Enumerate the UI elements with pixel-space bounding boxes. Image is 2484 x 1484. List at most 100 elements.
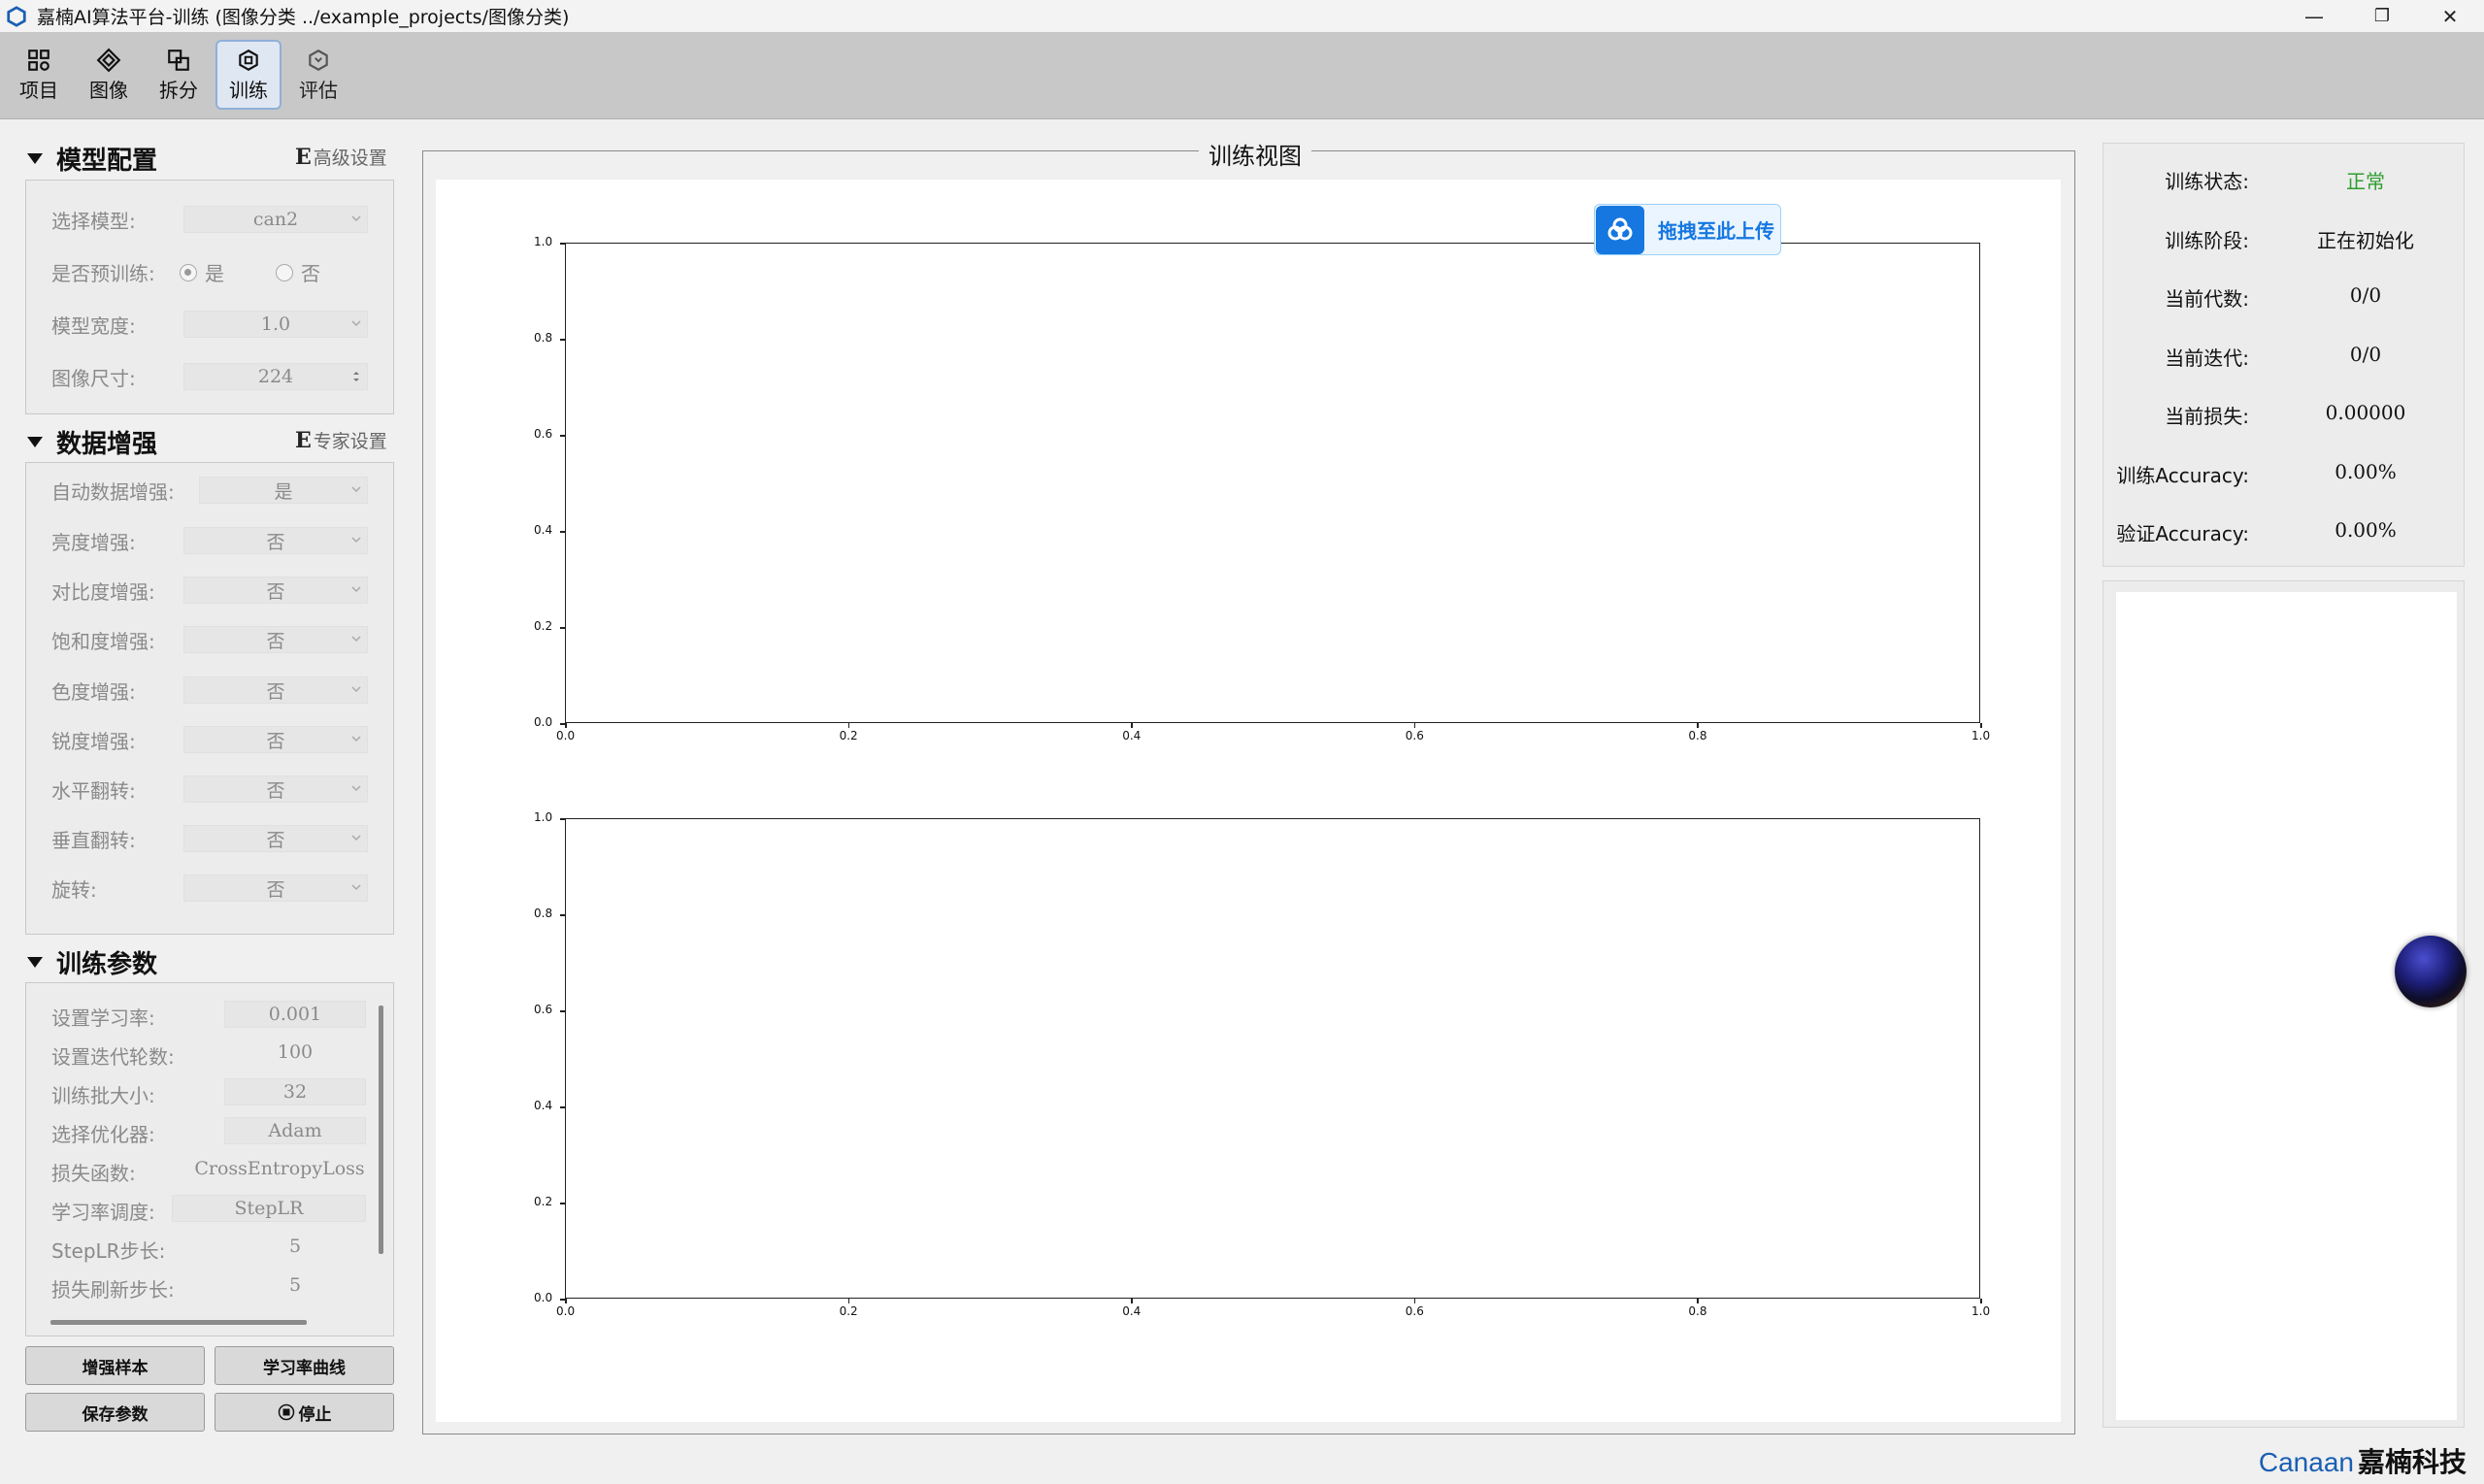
y-tick-label: 0.8 — [534, 331, 553, 345]
augment-option-select[interactable]: 否 — [183, 626, 368, 653]
model-config-header[interactable]: 模型配置 — [27, 141, 157, 177]
augment-option-select[interactable]: 是 — [199, 477, 368, 504]
y-tick-label: 0.4 — [534, 1099, 553, 1112]
x-tick-mark — [1697, 1299, 1699, 1303]
field-value: 否 — [266, 630, 285, 652]
toolbar-train-button[interactable]: 训练 — [215, 40, 282, 110]
toolbar-split-button[interactable]: 拆分 — [146, 40, 212, 110]
project-icon — [28, 49, 50, 71]
toolbar-evaluate-button[interactable]: 评估 — [285, 40, 351, 110]
status-value: 0.00% — [2335, 459, 2397, 483]
image-size-spinbox[interactable]: 224 — [183, 363, 368, 390]
toolbar-label: 训练 — [229, 78, 268, 102]
field-label: 对比度增强: — [51, 580, 155, 604]
augment-option-select[interactable]: 否 — [183, 825, 368, 852]
save-params-button[interactable]: 保存参数 — [25, 1393, 205, 1432]
field-value: 224 — [257, 366, 294, 387]
training-view-title: 训练视图 — [1199, 137, 1311, 171]
chevron-down-icon — [351, 320, 361, 327]
x-tick-label: 0.2 — [839, 729, 858, 742]
field-value: 否 — [266, 779, 285, 802]
x-tick-mark — [1413, 1299, 1416, 1303]
augment-option-select[interactable]: 否 — [183, 874, 368, 902]
drag-upload-widget[interactable]: 拖拽至此上传 — [1594, 204, 1781, 255]
param-input[interactable]: 32 — [224, 1078, 366, 1105]
advanced-letter: E — [295, 145, 312, 170]
horizontal-scrollbar[interactable] — [50, 1320, 307, 1325]
field-label: 设置迭代轮数: — [51, 1045, 175, 1069]
augment-header[interactable]: 数据增强 — [27, 424, 157, 460]
model-select[interactable]: can2 — [183, 206, 368, 233]
pretrain-yes-radio[interactable]: 是 — [180, 258, 224, 286]
y-tick-mark — [560, 914, 565, 916]
chevron-down-icon — [351, 586, 361, 593]
param-input[interactable]: Adam — [224, 1117, 366, 1144]
x-tick-mark — [565, 723, 567, 728]
x-tick-mark — [565, 1299, 567, 1303]
field-label: 选择优化器: — [51, 1123, 155, 1146]
field-label: 垂直翻转: — [51, 829, 136, 852]
x-tick-label: 0.4 — [1122, 1304, 1142, 1318]
toolbar-project-button[interactable]: 项目 — [6, 40, 72, 110]
pretrain-no-radio[interactable]: 否 — [276, 258, 320, 286]
augment-option-select[interactable]: 否 — [183, 726, 368, 753]
maximize-button[interactable]: ❐ — [2348, 0, 2416, 32]
brand-cn: 嘉楠科技 — [2357, 1446, 2467, 1478]
train-params-header[interactable]: 训练参数 — [27, 944, 157, 980]
augment-option-select[interactable]: 否 — [183, 577, 368, 604]
toolbar-image-button[interactable]: 图像 — [76, 40, 142, 110]
augment-option-select[interactable]: 否 — [183, 676, 368, 704]
radio-dot — [180, 263, 197, 281]
advanced-label: 高级设置 — [313, 148, 387, 169]
advanced-settings-link[interactable]: E 高级设置 — [295, 144, 387, 170]
y-tick-mark — [560, 531, 565, 533]
y-tick-mark — [560, 1106, 565, 1108]
y-tick-mark — [560, 435, 565, 437]
minimize-button[interactable]: — — [2280, 0, 2348, 32]
augment-option-select[interactable]: 否 — [183, 527, 368, 554]
chart-axes — [565, 818, 1980, 1299]
close-button[interactable]: ✕ — [2416, 0, 2484, 32]
model-width-select[interactable]: 1.0 — [183, 311, 368, 338]
x-tick-label: 0.6 — [1405, 1304, 1424, 1318]
y-tick-label: 0.2 — [534, 1195, 553, 1208]
status-label: 训练阶段: — [2165, 228, 2249, 252]
vertical-scrollbar[interactable] — [379, 1006, 383, 1254]
param-input[interactable]: StepLR — [172, 1195, 366, 1222]
y-tick-mark — [560, 1010, 565, 1012]
chevron-down-icon — [351, 785, 361, 792]
augment-samples-button[interactable]: 增强样本 — [25, 1346, 205, 1385]
status-label: 当前代数: — [2165, 287, 2249, 311]
expert-letter: E — [295, 428, 312, 453]
x-tick-mark — [1131, 723, 1133, 728]
y-tick-label: 0.8 — [534, 907, 553, 920]
param-value: CrossEntropyLoss — [194, 1158, 365, 1179]
chevron-down-icon — [351, 835, 361, 841]
status-label: 当前损失: — [2165, 405, 2249, 428]
field-label: 自动数据增强: — [51, 480, 175, 504]
field-label: 色度增强: — [51, 680, 136, 704]
x-tick-mark — [847, 723, 850, 728]
lr-curve-button[interactable]: 学习率曲线 — [215, 1346, 394, 1385]
param-input[interactable]: 0.001 — [224, 1001, 366, 1028]
chevron-down-icon — [351, 884, 361, 891]
collapse-triangle-icon — [27, 957, 43, 968]
y-tick-label: 0.6 — [534, 427, 553, 441]
floating-assistant-ball[interactable] — [2395, 936, 2467, 1007]
field-label: 学习率调度: — [51, 1201, 155, 1224]
field-label: 设置学习率: — [51, 1006, 155, 1030]
expert-settings-link[interactable]: E 专家设置 — [295, 427, 387, 453]
y-tick-label: 0.2 — [534, 619, 553, 633]
title-bar: 嘉楠AI算法平台-训练 (图像分类 ../example_projects/图像… — [0, 0, 2484, 32]
stop-button[interactable]: 停止 — [215, 1393, 394, 1432]
section-title: 训练参数 — [56, 950, 158, 979]
x-tick-label: 0.8 — [1688, 1304, 1707, 1318]
x-tick-label: 0.6 — [1405, 729, 1424, 742]
x-tick-label: 0.8 — [1688, 729, 1707, 742]
brand-en: Canaan — [2258, 1447, 2354, 1477]
augment-option-select[interactable]: 否 — [183, 775, 368, 803]
x-tick-mark — [1697, 723, 1699, 728]
field-label: 选择模型: — [51, 210, 136, 233]
field-value: 否 — [266, 730, 285, 752]
expert-label: 专家设置 — [313, 431, 387, 452]
